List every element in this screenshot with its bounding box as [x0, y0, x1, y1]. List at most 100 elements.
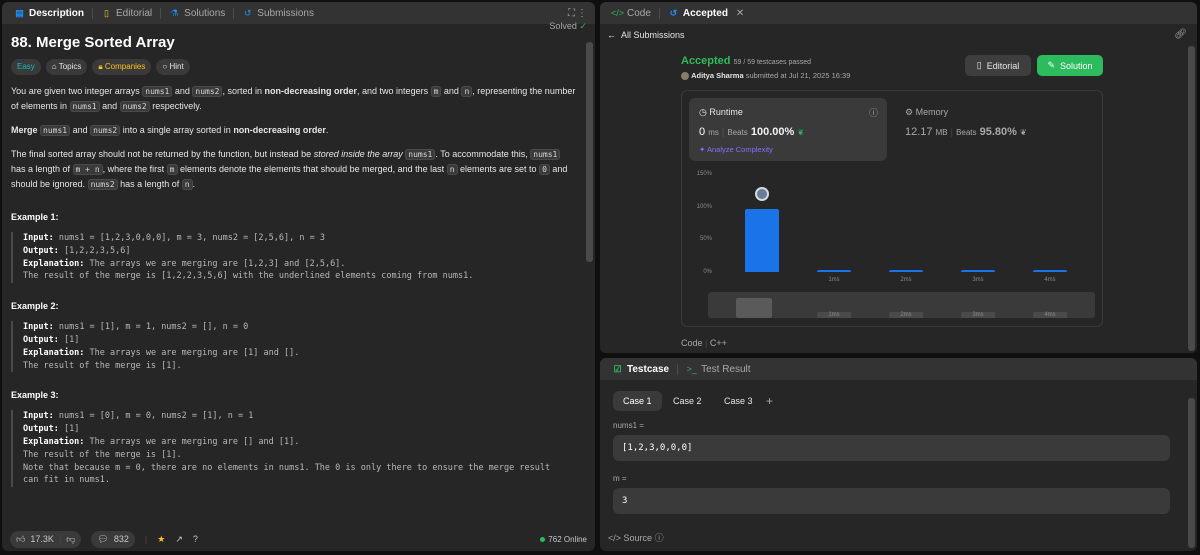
left-tab-bar: ▤ Description ▯ Editorial ⚗ Solutions ↺ Subm…: [2, 2, 595, 24]
runtime-card[interactable]: ◷ Runtime ⓘ 0 ms | Beats 100.00% ❦ ✦ Ana…: [689, 98, 887, 161]
chart-bar[interactable]: [817, 270, 851, 272]
description-paragraph-3: The final sorted array should not be ret…: [11, 149, 568, 190]
info-icon[interactable]: ⓘ: [869, 106, 878, 119]
examples-section: Example 1: Input: nums1 = [1,2,3,0,0,0], …: [11, 210, 577, 488]
history-icon: ↺: [244, 7, 252, 18]
example-box: Input: nums1 = [1,2,3,0,0,0], m = 3, num…: [11, 232, 577, 284]
tab-submissions[interactable]: ↺ Submissions: [236, 2, 320, 24]
editorial-icon: ▯: [104, 7, 109, 18]
example-heading: Example 3:: [11, 390, 59, 401]
code-language: Code | C++: [681, 338, 727, 348]
close-icon[interactable]: ✕: [736, 8, 744, 19]
case-tab-2[interactable]: Case 2: [663, 391, 712, 411]
share-icon[interactable]: ↗: [175, 534, 183, 545]
description-paragraph-1: You are given two integer arrays nums1 a…: [11, 86, 576, 112]
example-box: Input: nums1 = [0], m = 0, nums2 = [1], …: [11, 410, 577, 488]
link-icon[interactable]: 🔗︎: [1174, 29, 1187, 40]
comment-icon: 💬︎: [97, 533, 109, 544]
problem-title: 88. Merge Sorted Array: [11, 34, 175, 51]
topics-chip[interactable]: ⌂ Topics: [45, 59, 88, 75]
companies-chip[interactable]: 🔒︎ Companies: [92, 59, 152, 75]
x-tick-label: 2ms: [900, 277, 912, 283]
lock-icon: 🔒︎: [98, 62, 103, 71]
field-label-nums1: nums1 =: [613, 421, 644, 430]
clock-icon: ◷: [699, 107, 707, 117]
submission-status: Accepted 59 / 59 testcases passed: [681, 55, 812, 67]
code-icon: </>: [611, 8, 625, 18]
left-footer: 👍︎ 17.3K | 👎︎ 💬︎ 832 | ★ ↗ ? 762 Online: [2, 527, 595, 551]
user-avatar-marker: [755, 187, 769, 201]
tab-code[interactable]: </> Code: [606, 2, 657, 24]
x-tick-label: 3ms: [972, 277, 984, 283]
example-heading: Example 1:: [11, 212, 59, 222]
leaf-icon: ❦: [797, 128, 805, 137]
terminal-icon: >_: [686, 364, 697, 374]
flask-icon: ⚗: [170, 7, 179, 18]
right-scrollbar[interactable]: [1188, 46, 1195, 351]
tab-accepted[interactable]: ↺ Accepted ✕: [662, 2, 750, 24]
more-icon[interactable]: ⋮: [577, 8, 587, 19]
star-icon[interactable]: ★: [157, 534, 165, 545]
tab-testcase[interactable]: ☑ Testcase: [606, 358, 675, 380]
comments-button[interactable]: 💬︎ 832: [91, 530, 135, 548]
nums1-input[interactable]: [1,2,3,0,0,0]: [613, 435, 1170, 461]
description-paragraph-2: Merge nums1 and nums2 into a single arra…: [11, 125, 329, 136]
tab-test-result[interactable]: >_ Test Result: [680, 358, 756, 380]
scrubber-tick: 1ms: [817, 312, 851, 318]
description-icon: ▤: [15, 7, 24, 18]
m-input[interactable]: 3: [613, 488, 1170, 514]
tag-row: Easy ⌂ Topics 🔒︎ Companies ○ Hint: [11, 59, 577, 75]
testcase-scrollbar[interactable]: [1188, 398, 1195, 548]
scrubber-handle[interactable]: [736, 298, 772, 318]
example-heading: Example 2:: [11, 301, 59, 312]
problem-content: 88. Merge Sorted Array Easy ⌂ Topics 🔒︎ …: [11, 24, 577, 525]
right-tab-bar: </> Code ↺ Accepted ✕: [600, 2, 1197, 24]
x-tick-label: 4ms: [1044, 277, 1056, 283]
help-icon: ⓘ: [654, 533, 664, 543]
editorial-button[interactable]: ▯ Editorial: [965, 55, 1031, 76]
y-tick-label: 0%: [703, 269, 712, 275]
tag-icon: ⌂: [51, 62, 57, 71]
chart-bar[interactable]: [889, 270, 923, 272]
maximize-icon[interactable]: ⛶: [568, 8, 575, 19]
tab-editorial[interactable]: ▯ Editorial: [95, 2, 158, 24]
x-tick-label: 1ms: [828, 277, 840, 283]
thumbs-down-icon: 👎︎: [66, 533, 76, 544]
tab-description[interactable]: ▤ Description: [8, 2, 90, 24]
chart-bar[interactable]: [745, 208, 779, 272]
source-link[interactable]: </> Source ⓘ: [608, 531, 664, 544]
arrow-left-icon: ←: [607, 30, 616, 40]
hint-chip[interactable]: ○ Hint: [156, 59, 190, 75]
chart-scrubber[interactable]: 1ms 2ms 3ms 4ms: [708, 292, 1095, 318]
thumbs-up-icon: 👍︎: [16, 533, 26, 544]
y-tick-label: 150%: [696, 171, 712, 177]
tab-solutions[interactable]: ⚗ Solutions: [163, 2, 231, 24]
chart-bar[interactable]: [1033, 270, 1067, 272]
history-icon: ↺: [669, 7, 678, 18]
online-count: 762 Online: [540, 535, 587, 544]
like-dislike-group[interactable]: 👍︎ 17.3K | 👎︎: [10, 530, 82, 548]
check-square-icon: ☑: [613, 363, 622, 374]
back-link[interactable]: ← All Submissions: [607, 30, 685, 40]
y-tick-label: 100%: [696, 203, 712, 210]
avatar: [681, 72, 689, 81]
check-circle-icon: ✓: [579, 21, 587, 31]
chart-bar[interactable]: [961, 270, 995, 272]
case-tab-1[interactable]: Case 1: [613, 391, 662, 411]
analyze-complexity-link[interactable]: ✦ Analyze Complexity: [699, 145, 773, 154]
scrubber-tick: 3ms: [961, 312, 995, 318]
left-scrollbar[interactable]: [586, 42, 593, 262]
add-case-button[interactable]: +: [766, 394, 773, 408]
help-icon[interactable]: ?: [193, 534, 198, 544]
difficulty-badge[interactable]: Easy: [11, 59, 41, 75]
case-tab-3[interactable]: Case 3: [714, 391, 763, 411]
lightbulb-icon: ○: [162, 62, 168, 71]
memory-card[interactable]: ⚙ Memory 12.17 MB | Beats 95.80% ❦: [905, 107, 1095, 157]
description-panel: ▤ Description ▯ Editorial ⚗ Solutions ↺ Subm…: [2, 2, 595, 551]
example-box: Input: nums1 = [1], m = 1, nums2 = [], n…: [11, 321, 577, 373]
scrubber-tick: 2ms: [889, 312, 923, 318]
scrubber-tick: 4ms: [1033, 312, 1067, 318]
y-tick-label: 50%: [699, 236, 712, 243]
edit-icon: ✎: [1047, 60, 1055, 70]
solution-button[interactable]: ✎ Solution: [1037, 55, 1103, 76]
